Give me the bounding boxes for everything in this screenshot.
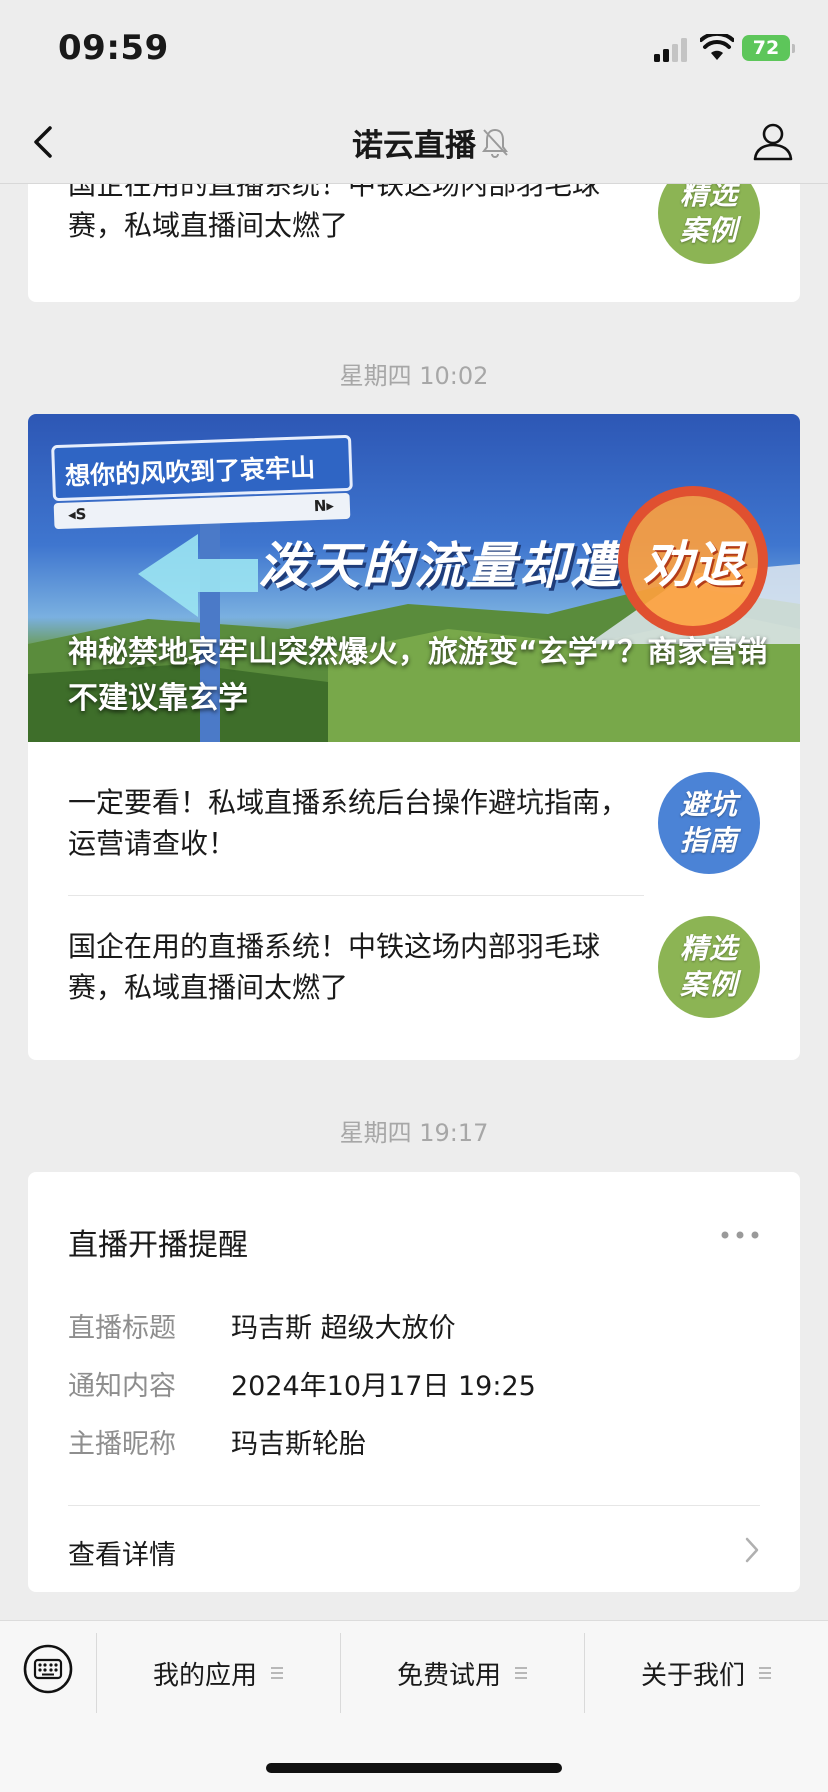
menu-item-free-trial[interactable]: 免费试用 — [340, 1633, 584, 1713]
cover-sign: 想你的风吹到了哀牢山 — [51, 434, 353, 502]
menu-lines-icon — [759, 1667, 771, 1679]
cover-headline: 泼天的流量却遭 — [258, 537, 622, 595]
article-thumbnail: 避坑 指南 — [658, 772, 760, 874]
cover-caption: 神秘禁地哀牢山突然爆火，旅游变“玄学”？商家营销不建议靠玄学 — [68, 635, 768, 716]
view-details-button[interactable]: 查看详情 — [28, 1506, 800, 1592]
menu-item-my-apps[interactable]: 我的应用 — [96, 1633, 340, 1713]
battery-level: 72 — [752, 37, 780, 59]
view-details-label: 查看详情 — [68, 1540, 176, 1571]
article-cover-image[interactable]: 想你的风吹到了哀牢山 ◂S N▸ 泼天的流量却遭 劝退 神秘禁地哀牢山突然爆火，… — [28, 414, 800, 742]
field-value: 2024年10月17日 19:25 — [231, 1371, 536, 1402]
thumb-line2: 指南 — [679, 824, 738, 857]
menu-item-label: 免费试用 — [396, 1660, 501, 1691]
message-timestamp: 星期四 10:02 — [339, 362, 489, 390]
cover-stamp: 劝退 — [618, 486, 768, 636]
field-label: 主播昵称 — [68, 1429, 176, 1460]
live-reminder-title: 直播开播提醒 — [68, 1228, 248, 1263]
menu-item-about-us[interactable]: 关于我们 — [584, 1633, 828, 1713]
status-bar: 09:59 72 — [0, 0, 828, 100]
thumb-line1: 精选 — [679, 932, 738, 965]
thumb-line2: 案例 — [679, 214, 738, 247]
menu-lines-icon — [515, 1667, 527, 1679]
chevron-right-icon — [745, 1537, 759, 1563]
keyboard-icon[interactable] — [22, 1643, 74, 1695]
battery-icon: 72 — [742, 35, 795, 61]
page-title: 诺云直播 — [352, 128, 476, 164]
article-title: 一定要看！私域直播系统后台操作避坑指南，运营请查收！ — [68, 786, 629, 860]
sign-n: N▸ — [313, 496, 335, 516]
status-time: 09:59 — [58, 28, 169, 68]
field-value: 玛吉斯轮胎 — [231, 1429, 366, 1460]
field-label: 直播标题 — [68, 1313, 176, 1344]
divider — [68, 895, 644, 896]
thumb-line2: 案例 — [679, 968, 738, 1001]
thumb-line1: 避坑 — [679, 788, 738, 821]
more-icon[interactable] — [720, 1230, 760, 1240]
signal-icon — [654, 38, 687, 62]
message-timestamp: 星期四 19:17 — [339, 1119, 489, 1147]
menu-lines-icon — [271, 1667, 283, 1679]
field-value: 玛吉斯 超级大放价 — [231, 1313, 456, 1344]
mute-bell-icon — [482, 128, 508, 158]
article-card[interactable]: 想你的风吹到了哀牢山 ◂S N▸ 泼天的流量却遭 劝退 神秘禁地哀牢山突然爆火，… — [28, 414, 800, 1060]
field-label: 通知内容 — [68, 1371, 176, 1402]
menu-item-label: 关于我们 — [640, 1660, 745, 1691]
menu-item-label: 我的应用 — [152, 1660, 257, 1691]
nav-bar: 诺云直播 — [0, 100, 828, 184]
article-thumbnail: 精选 案例 — [658, 916, 760, 1018]
profile-icon[interactable] — [752, 120, 794, 162]
wifi-icon — [700, 34, 734, 60]
live-reminder-card[interactable]: 直播开播提醒 直播标题 玛吉斯 超级大放价 通知内容 2024年10月17日 1… — [28, 1172, 800, 1592]
sign-s: ◂S — [67, 505, 87, 524]
article-title: 国企在用的直播系统！中铁这场内部羽毛球赛，私域直播间太燃了 — [68, 930, 601, 1004]
home-indicator[interactable] — [266, 1763, 562, 1773]
